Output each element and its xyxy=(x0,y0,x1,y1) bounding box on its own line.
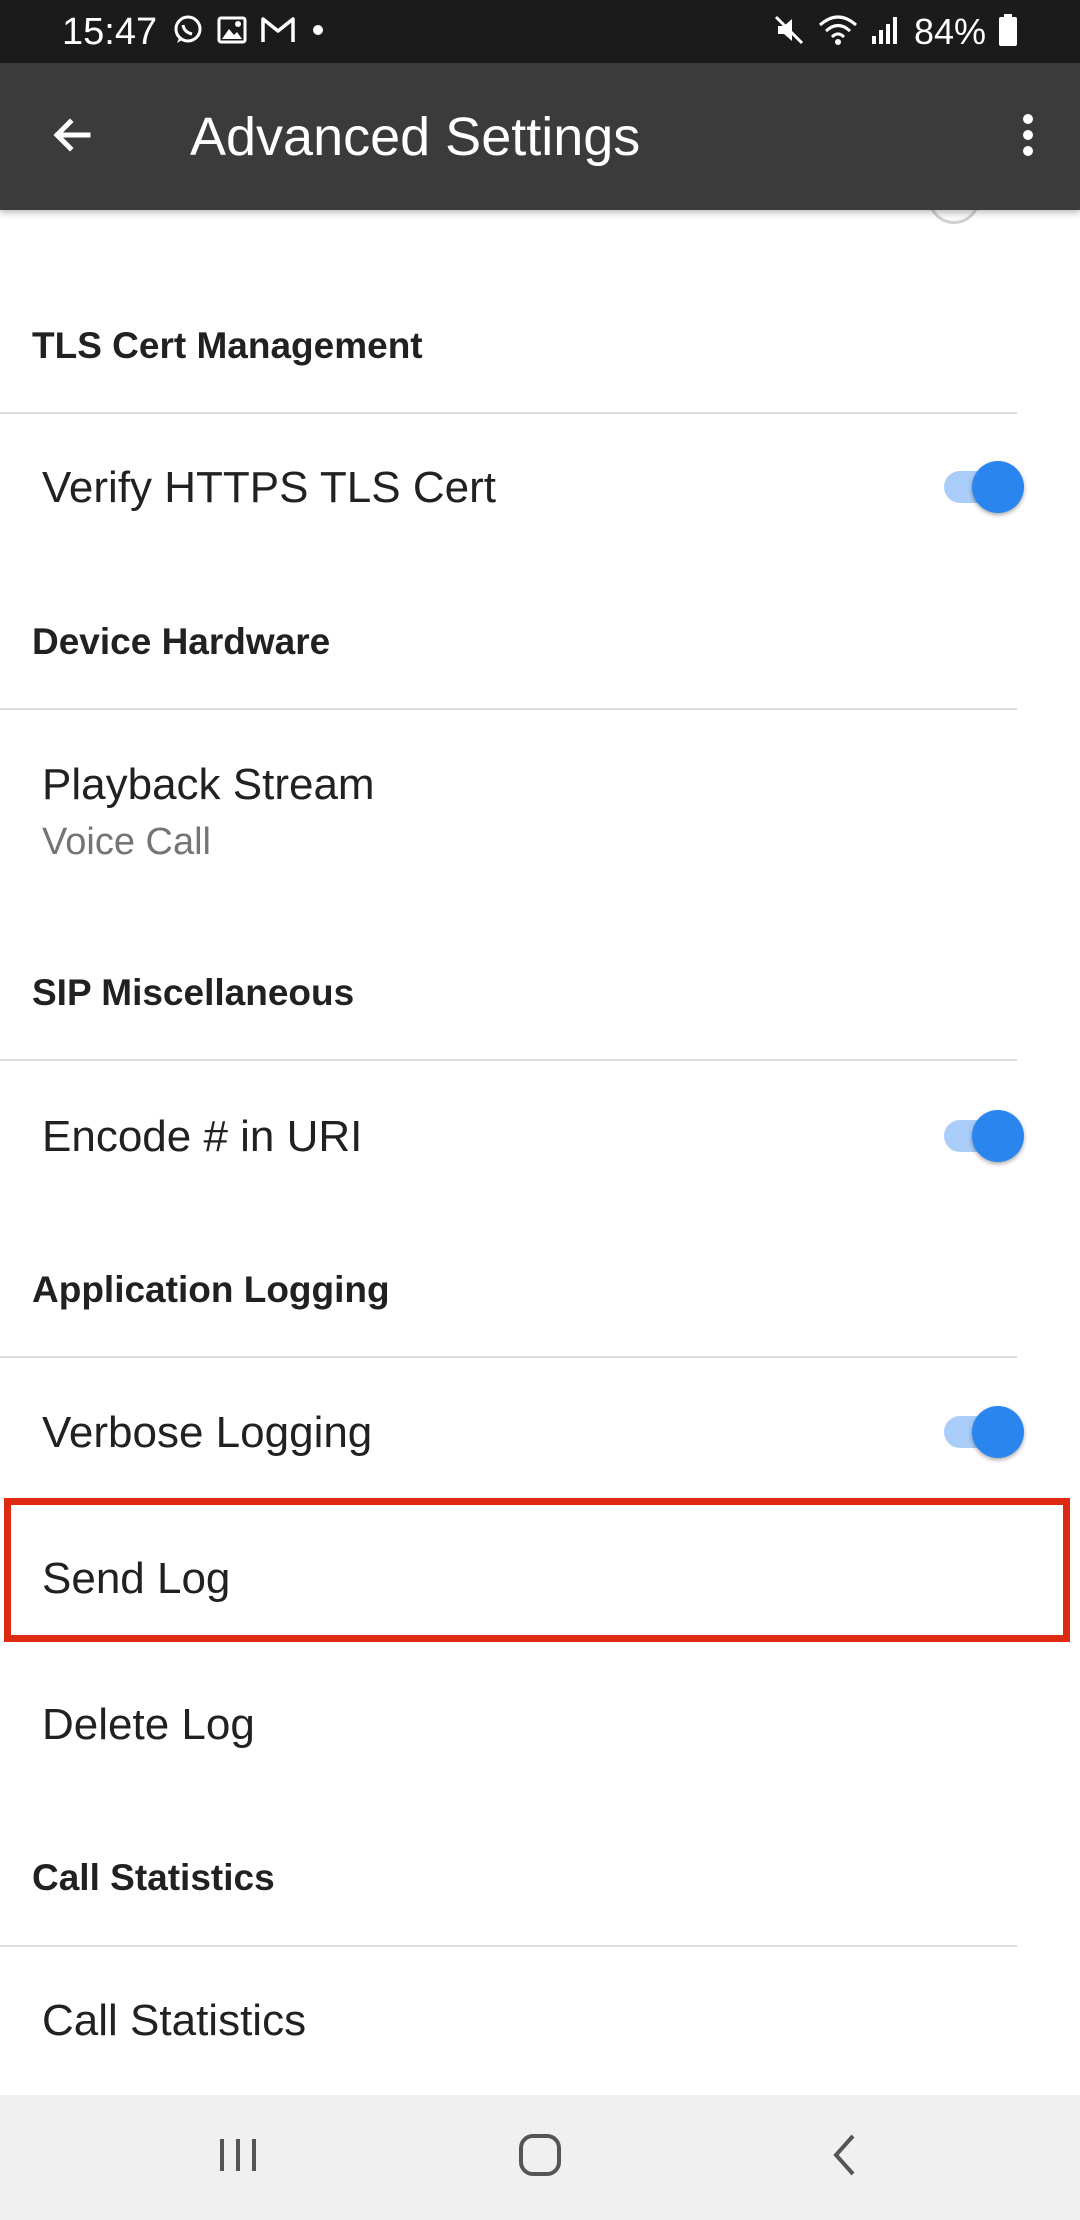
app-bar: Advanced Settings xyxy=(0,63,1080,210)
page-title: Advanced Settings xyxy=(190,107,641,167)
status-time: 15:47 xyxy=(62,11,158,53)
notification-icons xyxy=(172,12,328,52)
pref-delete-log-title: Delete Log xyxy=(42,1700,255,1749)
gmail-icon xyxy=(260,15,296,50)
wifi-icon xyxy=(818,13,858,52)
settings-list[interactable]: TLS Cert Management Verify HTTPS TLS Cer… xyxy=(0,210,1080,2095)
recent-apps-button[interactable] xyxy=(198,2125,278,2189)
section-header-tls: TLS Cert Management xyxy=(32,325,423,366)
whatsapp-icon xyxy=(172,14,204,51)
pref-verify-https-title: Verify HTTPS TLS Cert xyxy=(42,463,496,512)
more-vert-icon xyxy=(1020,111,1036,164)
verify-https-toggle[interactable] xyxy=(944,459,1024,515)
mute-icon xyxy=(772,13,806,52)
recent-apps-icon xyxy=(216,2135,260,2180)
navigation-bar xyxy=(0,2095,1080,2220)
section-header-sip-misc: SIP Miscellaneous xyxy=(32,972,355,1013)
verbose-logging-toggle[interactable] xyxy=(944,1404,1024,1460)
system-back-button[interactable] xyxy=(804,2125,884,2189)
overflow-menu-button[interactable] xyxy=(996,105,1060,169)
pref-send-log-title: Send Log xyxy=(42,1554,231,1603)
gallery-icon xyxy=(216,14,248,51)
dot-icon xyxy=(308,20,328,45)
section-header-call-stats: Call Statistics xyxy=(32,1857,275,1898)
status-bar: 15:47 84% xyxy=(0,0,1080,63)
pref-playback-stream[interactable] xyxy=(0,710,1080,910)
system-icons: 84% xyxy=(772,12,1018,52)
toggle-thumb xyxy=(972,1406,1024,1458)
arrow-left-icon xyxy=(48,111,96,164)
back-icon xyxy=(829,2132,859,2183)
battery-icon xyxy=(998,13,1018,52)
pref-encode-hash-title: Encode # in URI xyxy=(42,1112,363,1161)
home-icon xyxy=(517,2132,563,2183)
battery-percent: 84% xyxy=(913,11,986,52)
back-button[interactable] xyxy=(40,105,104,169)
pref-playback-stream-summary: Voice Call xyxy=(42,821,211,863)
pref-verbose-logging-title: Verbose Logging xyxy=(42,1408,373,1457)
encode-hash-toggle[interactable] xyxy=(944,1108,1024,1164)
toggle-thumb xyxy=(972,461,1024,513)
partially-visible-toggle[interactable] xyxy=(928,210,980,224)
pref-call-statistics-title: Call Statistics xyxy=(42,1996,307,2045)
home-button[interactable] xyxy=(500,2125,580,2189)
pref-playback-stream-title: Playback Stream xyxy=(42,760,375,809)
signal-icon xyxy=(870,14,902,51)
section-header-device-hardware: Device Hardware xyxy=(32,621,331,662)
toggle-thumb xyxy=(972,1110,1024,1162)
section-header-app-logging: Application Logging xyxy=(32,1269,390,1310)
